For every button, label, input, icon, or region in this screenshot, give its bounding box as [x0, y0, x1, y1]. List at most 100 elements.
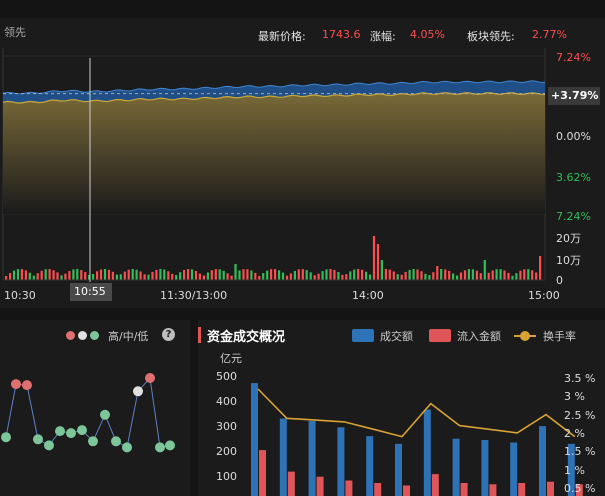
volume-bar	[80, 270, 83, 280]
volume-bar	[412, 269, 415, 280]
volume-bar	[214, 269, 217, 280]
turnover-bar	[251, 383, 258, 496]
turnover-rate-line	[257, 388, 576, 438]
volume-bar	[404, 271, 407, 280]
volume-bar	[210, 270, 213, 280]
legend-low-dot	[90, 331, 99, 340]
volume-bar	[36, 273, 39, 280]
volume-bar	[175, 275, 178, 280]
volume-bar	[111, 271, 114, 280]
volume-bar	[416, 269, 419, 280]
volume-bar	[258, 275, 261, 280]
volume-bar	[163, 269, 166, 280]
volume-bar	[281, 272, 285, 280]
scatter-point	[66, 428, 76, 439]
volume-bar	[515, 273, 518, 280]
volume-bar	[187, 269, 190, 280]
left-tick-label: 400	[216, 395, 237, 408]
volume-bar	[32, 275, 35, 280]
volume-bar	[44, 269, 47, 280]
volume-bar	[183, 270, 186, 280]
volume-bar	[349, 271, 352, 280]
right-tick-label: 1 %	[564, 463, 585, 477]
intraday-chart[interactable]	[0, 18, 605, 308]
volume-bar	[72, 269, 75, 280]
high-mid-low-chart[interactable]	[0, 320, 190, 496]
volume-bar	[270, 269, 273, 280]
pct-zero-label: 0.00%	[556, 130, 591, 143]
scatter-point	[133, 386, 143, 397]
pct-low-label: 3.62%	[556, 171, 591, 184]
turnover-bar	[452, 438, 460, 496]
legend-inflow-label: 流入金额	[457, 330, 501, 343]
volume-bar	[341, 274, 344, 280]
right-tick-label: 1.5 %	[564, 445, 596, 459]
price-value: 1743.6	[322, 28, 361, 41]
legend-dots	[62, 330, 102, 342]
help-icon-glyph: ?	[165, 329, 172, 340]
volume-bar	[392, 271, 395, 280]
volume-bar	[242, 269, 245, 280]
volume-bar	[448, 270, 451, 280]
volume-bar	[115, 274, 118, 280]
fund-overview-chart[interactable]	[198, 320, 605, 496]
volume-bar	[444, 269, 447, 280]
right-tick-label: 2 %	[564, 426, 585, 440]
volume-bar	[202, 275, 205, 280]
right-tick-label: 2.5 %	[564, 408, 596, 422]
inflow-bar	[316, 476, 324, 496]
cursor-time-text: 10:55	[74, 285, 106, 298]
volume-bar	[167, 271, 170, 280]
volume-bar	[372, 236, 376, 280]
volume-bar	[467, 269, 470, 280]
lead-value: 2.77%	[532, 28, 567, 41]
volume-bar	[471, 269, 474, 280]
volume-bar	[119, 274, 122, 280]
volume-bar	[135, 269, 138, 280]
volume-bar	[483, 260, 486, 280]
turnover-bar	[395, 443, 402, 496]
pct-bottom-label: 7.24%	[556, 210, 591, 223]
volume-bar	[16, 269, 20, 280]
volume-bar	[246, 269, 249, 280]
volume-bar	[206, 272, 209, 280]
volume-bar	[420, 271, 423, 280]
volume-bar	[159, 269, 162, 280]
volume-bar	[456, 275, 459, 280]
high-mid-low-panel: 高/中/低 ?	[0, 320, 190, 496]
volume-bar	[266, 270, 269, 280]
scatter-point	[100, 409, 110, 420]
volume-bar	[9, 273, 12, 280]
help-icon[interactable]: ?	[162, 328, 175, 341]
volume-bar	[107, 269, 111, 280]
right-tick-label: 3 %	[564, 390, 585, 404]
volume-bar	[274, 269, 277, 280]
volume-bar	[151, 271, 154, 280]
volume-bar	[396, 274, 399, 280]
volume-bar	[317, 273, 320, 280]
scatter-point	[44, 440, 54, 451]
volume-bar	[230, 275, 233, 280]
time-label-1500: 15:00	[528, 289, 560, 302]
volume-bar	[511, 275, 514, 280]
volume-bar	[52, 270, 55, 280]
legend-rate-swatch	[514, 330, 536, 342]
volume-bar	[194, 271, 198, 280]
volume-bar	[440, 269, 443, 280]
scatter-point	[22, 380, 32, 391]
volume-bar	[519, 270, 522, 280]
cursor-time-label: 10:55	[70, 283, 112, 301]
price-area	[3, 92, 545, 214]
panel-title: 资金成交概况	[207, 330, 286, 345]
scatter-point	[55, 426, 65, 437]
volume-bar	[527, 269, 530, 280]
volume-bar	[131, 269, 134, 280]
volume-bar	[222, 270, 225, 280]
title-accent	[198, 327, 201, 343]
turnover-bar	[481, 440, 489, 496]
volume-bar	[218, 269, 221, 280]
volume-bar	[238, 270, 241, 280]
volume-bar	[40, 270, 43, 280]
volume-bar	[56, 272, 59, 280]
current-tag: +3.79%	[548, 87, 600, 105]
